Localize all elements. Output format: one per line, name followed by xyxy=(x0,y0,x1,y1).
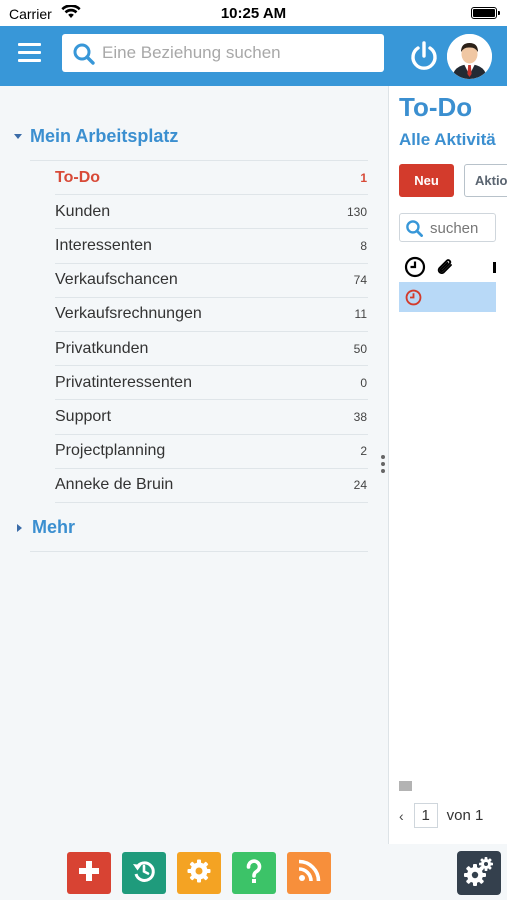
status-bar: Carrier 10:25 AM xyxy=(0,0,507,26)
admin-settings-icon xyxy=(463,855,495,892)
divider xyxy=(30,551,368,552)
gear-icon xyxy=(186,858,212,889)
nav-item-interessenten[interactable]: Interessenten 8 xyxy=(55,229,368,264)
search-icon xyxy=(405,219,424,243)
section-title: Mehr xyxy=(32,517,76,537)
battery-icon xyxy=(471,7,500,19)
actions-button[interactable]: Aktio xyxy=(464,164,507,197)
nav-item-count: 0 xyxy=(360,375,367,390)
nav-item-label: Support xyxy=(55,407,112,425)
search-input[interactable] xyxy=(102,41,372,65)
section-title: Mein Arbeitsplatz xyxy=(30,126,179,146)
nav-item-label: Kunden xyxy=(55,202,111,220)
table-row[interactable] xyxy=(399,282,496,312)
panel-search[interactable] xyxy=(399,213,496,242)
menu-icon[interactable] xyxy=(18,43,42,63)
workspace-list: To-Do 1 Kunden 130 Interessenten 8 Verka… xyxy=(55,161,368,503)
rss-icon xyxy=(297,859,321,888)
nav-item-count: 1 xyxy=(360,170,367,185)
nav-item-kunden[interactable]: Kunden 130 xyxy=(55,195,368,230)
new-button[interactable]: Neu xyxy=(399,164,454,197)
bottom-toolbar xyxy=(0,846,507,900)
nav-item-label: Verkaufsrechnungen xyxy=(55,305,202,323)
panel-title: To-Do xyxy=(399,92,473,122)
pagination: ‹ 1 von 1 xyxy=(399,803,483,828)
workspace-navigation: Mein Arbeitsplatz To-Do 1 Kunden 130 Int… xyxy=(0,86,388,846)
clock-time: 10:25 AM xyxy=(220,5,287,22)
relationship-search[interactable] xyxy=(62,34,384,72)
rss-button[interactable] xyxy=(287,852,331,894)
settings-button[interactable] xyxy=(177,852,221,894)
nav-item-count: 74 xyxy=(353,273,367,288)
nav-item-privatkunden[interactable]: Privatkunden 50 xyxy=(55,332,368,367)
nav-item-count: 50 xyxy=(353,341,367,356)
column-divider xyxy=(493,262,496,273)
section-more[interactable]: Mehr xyxy=(14,517,75,538)
nav-item-count: 130 xyxy=(346,204,367,219)
overdue-clock-icon xyxy=(405,289,422,311)
nav-item-label: Anneke de Bruin xyxy=(55,476,174,494)
search-icon xyxy=(72,42,96,71)
help-button[interactable] xyxy=(232,852,276,894)
add-icon xyxy=(77,859,101,888)
caret-down-icon xyxy=(14,134,22,139)
nav-item-count: 24 xyxy=(353,478,367,493)
app-header xyxy=(0,26,507,86)
admin-settings-button[interactable] xyxy=(457,851,501,895)
nav-item-label: Verkaufschancen xyxy=(55,271,178,289)
nav-item-anneke-de-bruin[interactable]: Anneke de Bruin 24 xyxy=(55,469,368,503)
nav-item-label: To-Do xyxy=(55,168,101,186)
avatar[interactable] xyxy=(447,34,492,79)
nav-item-projectplanning[interactable]: Projectplanning 2 xyxy=(55,435,368,469)
nav-item-count: 11 xyxy=(354,307,367,322)
nav-item-support[interactable]: Support 38 xyxy=(55,400,368,435)
page-number-input[interactable]: 1 xyxy=(413,803,438,828)
nav-item-verkaufschancen[interactable]: Verkaufschancen 74 xyxy=(55,264,368,298)
nav-item-verkaufsrechnungen[interactable]: Verkaufsrechnungen 11 xyxy=(55,298,368,332)
section-my-workspace[interactable]: Mein Arbeitsplatz xyxy=(14,126,178,147)
horizontal-scrollbar[interactable] xyxy=(399,781,412,791)
nav-item-privatinteressenten[interactable]: Privatinteressenten 0 xyxy=(55,366,368,401)
nav-item-count: 8 xyxy=(360,238,367,253)
nav-item-label: Privatkunden xyxy=(55,339,149,357)
panel-search-input[interactable] xyxy=(430,218,492,238)
nav-item-todo[interactable]: To-Do 1 xyxy=(55,161,368,196)
panel-resize-handle[interactable] xyxy=(381,455,386,475)
nav-item-count: 38 xyxy=(353,409,367,424)
nav-item-count: 2 xyxy=(360,444,367,459)
nav-item-label: Projectplanning xyxy=(55,442,166,460)
help-icon xyxy=(242,858,266,889)
paperclip-icon[interactable] xyxy=(434,256,456,283)
add-button[interactable] xyxy=(67,852,111,894)
nav-item-label: Privatinteressenten xyxy=(55,373,192,391)
history-button[interactable] xyxy=(122,852,166,894)
todo-panel: To-Do Alle Aktivitä Neu Aktio suchen ‹ 1… xyxy=(388,86,507,844)
nav-item-label: Interessenten xyxy=(55,236,152,254)
power-icon[interactable] xyxy=(409,40,439,77)
history-icon xyxy=(131,858,157,889)
clock-icon[interactable] xyxy=(404,256,426,283)
caret-right-icon xyxy=(17,523,22,532)
previous-page-icon[interactable]: ‹ xyxy=(399,808,404,824)
panel-subtitle: Alle Aktivitä xyxy=(399,130,496,149)
page-total: von 1 xyxy=(446,807,484,824)
